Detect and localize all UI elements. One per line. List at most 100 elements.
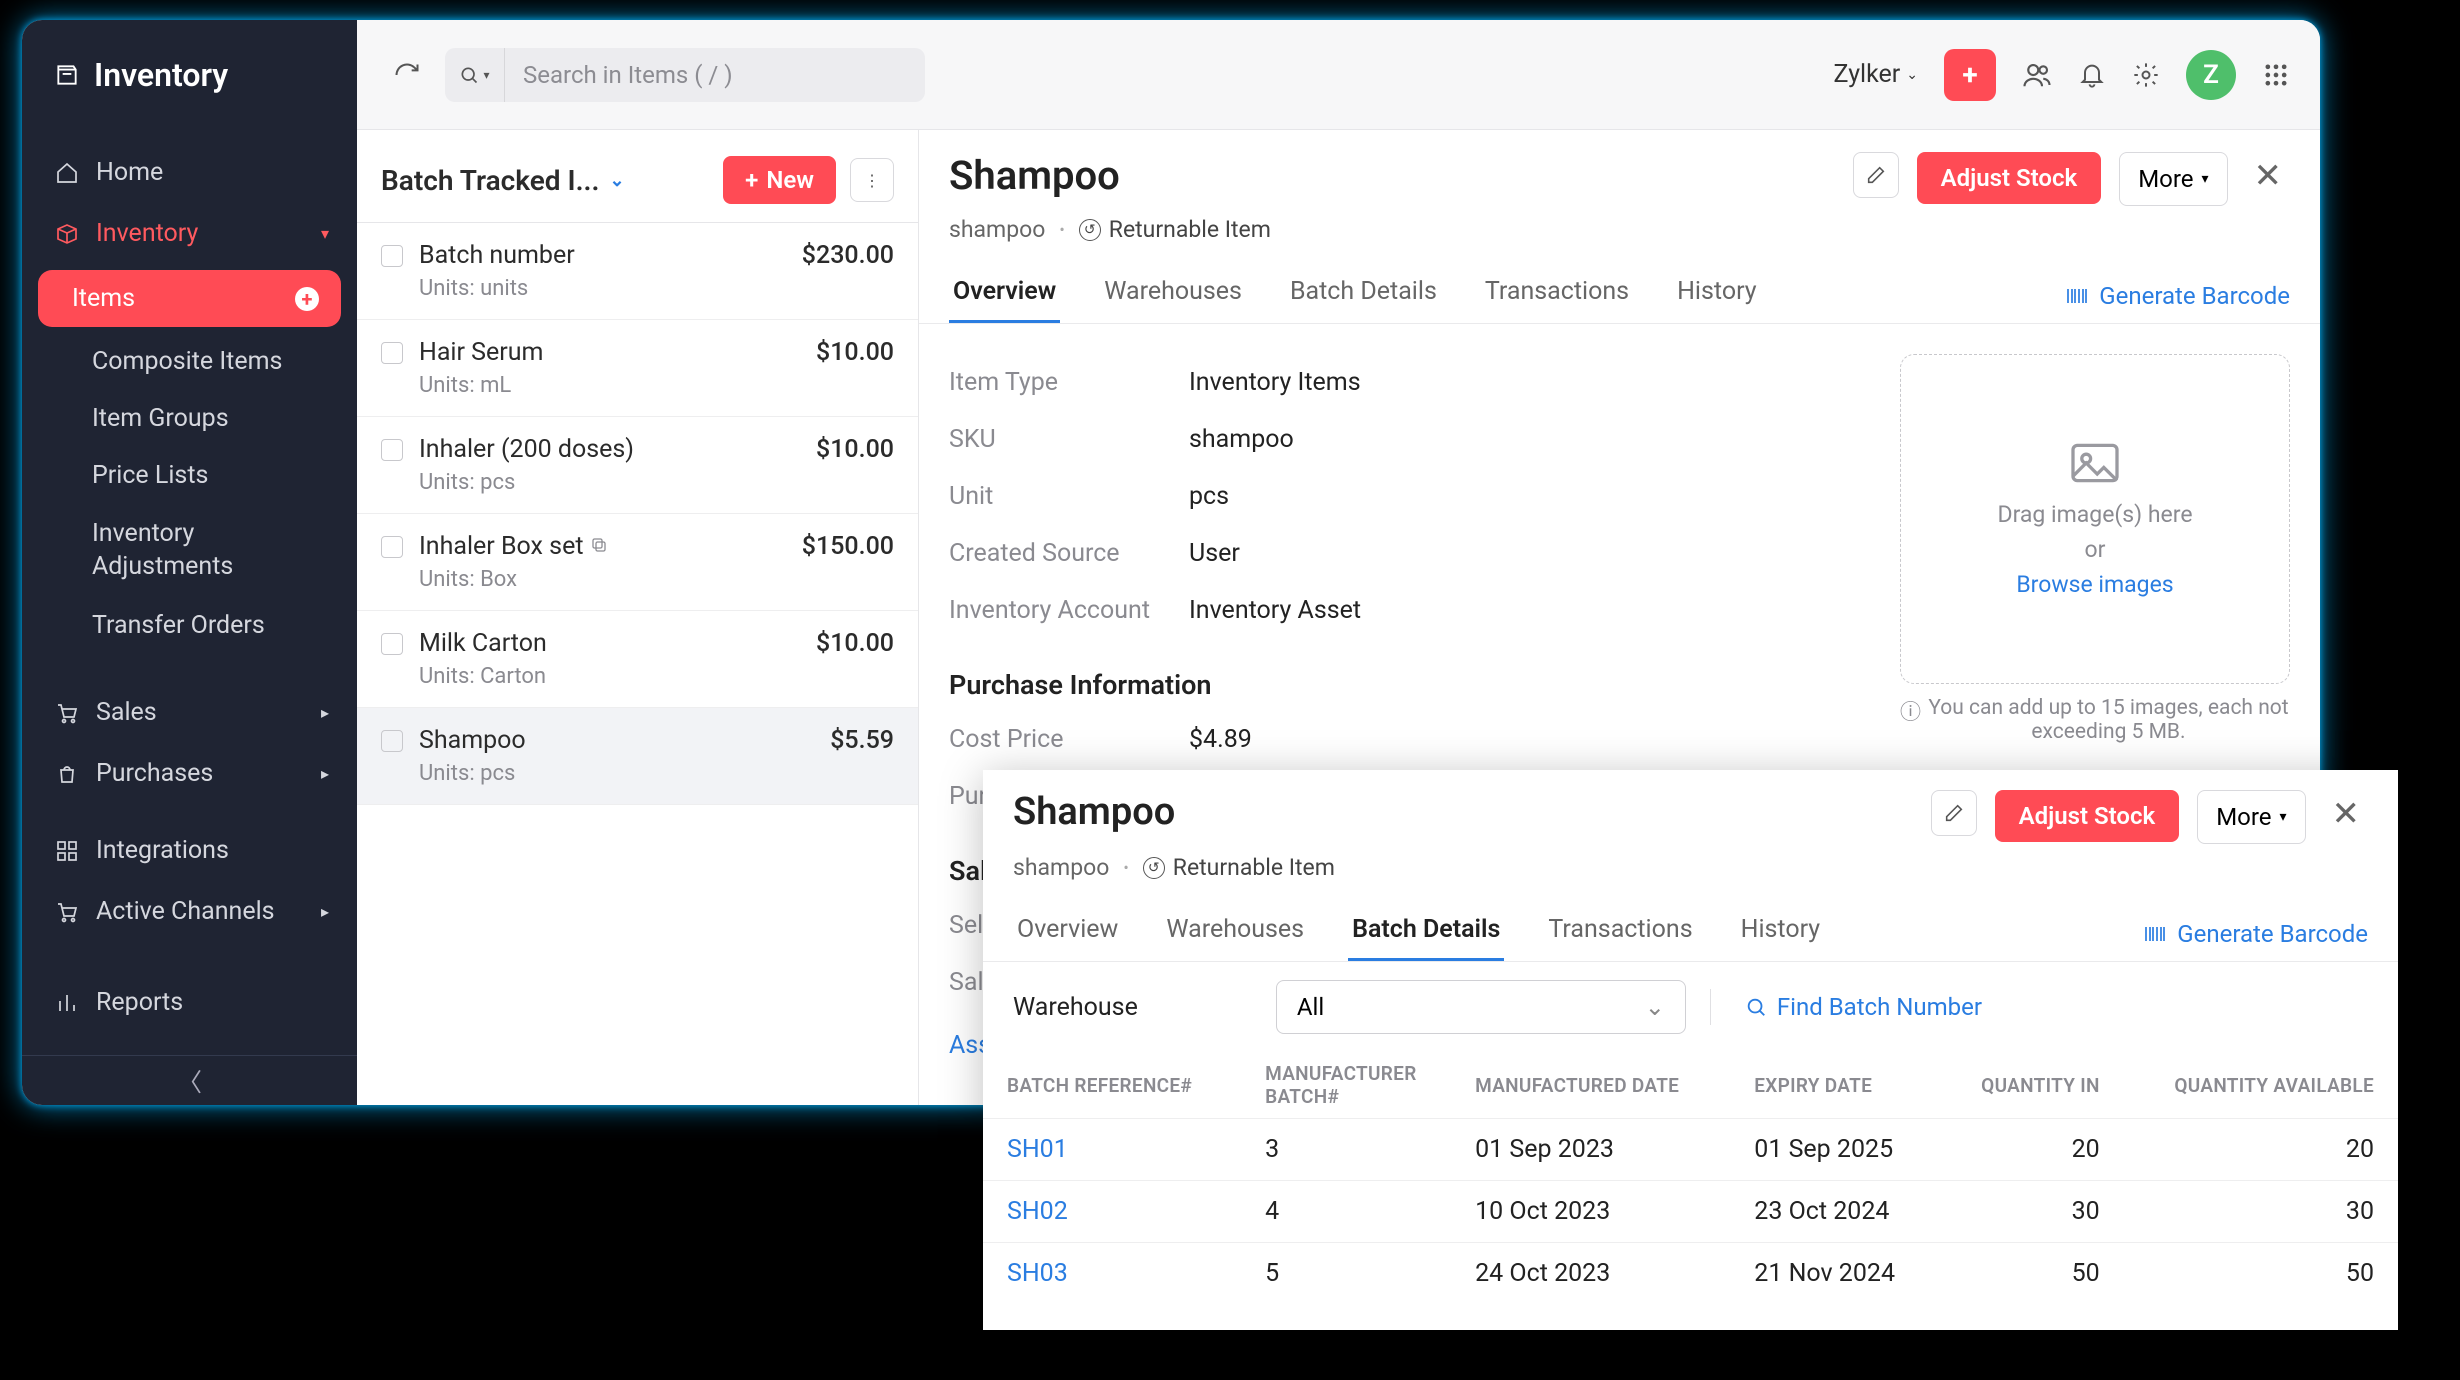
reports-icon [54, 991, 80, 1015]
batch-ref-link[interactable]: SH01 [983, 1119, 1241, 1181]
image-hint: ⓘ You can add up to 15 images, each not … [1900, 696, 2290, 744]
nav-sales-label: Sales [96, 698, 157, 727]
tab-batch-details[interactable]: Batch Details [1286, 269, 1441, 323]
nav-composite-items[interactable]: Composite Items [22, 333, 357, 390]
list-title-dropdown[interactable]: Batch Tracked I... ⌄ [381, 164, 709, 197]
drop-text: Drag image(s) here [1997, 501, 2192, 528]
tab-history[interactable]: History [1673, 269, 1761, 323]
nav-reports[interactable]: Reports [22, 972, 357, 1033]
float-tabs: Overview Warehouses Batch Details Transa… [1013, 907, 2368, 961]
item-row[interactable]: Shampoo Units: pcs $5.59 [357, 708, 918, 805]
settings-button[interactable] [2132, 61, 2160, 89]
adjust-stock-button[interactable]: Adjust Stock [1995, 790, 2180, 842]
item-checkbox[interactable] [381, 342, 403, 364]
search-input[interactable] [505, 61, 925, 89]
returnable-badge: ↺ Returnable Item [1079, 216, 1271, 243]
sidebar-collapse[interactable]: 〈 [22, 1055, 357, 1105]
batch-qty-avail: 50 [2124, 1243, 2398, 1305]
col-mfg-date: MANUFACTURED DATE [1451, 1052, 1730, 1119]
generate-barcode-link[interactable]: Generate Barcode [2143, 907, 2368, 961]
tab-overview[interactable]: Overview [949, 269, 1060, 323]
edit-button[interactable] [1931, 790, 1977, 836]
float-more-button[interactable]: More▾ [2197, 790, 2305, 844]
batch-ref-link[interactable]: SH03 [983, 1243, 1241, 1305]
nav-channels-label: Active Channels [96, 897, 275, 926]
item-row[interactable]: Inhaler Box set Units: Box $150.00 [357, 514, 918, 611]
batch-exp-date: 21 Nov 2024 [1730, 1243, 1939, 1305]
refresh-button[interactable] [387, 55, 427, 95]
search-icon [1745, 996, 1767, 1018]
nav-transfer-label: Transfer Orders [92, 611, 265, 640]
item-row[interactable]: Hair Serum Units: mL $10.00 [357, 320, 918, 417]
tab-batch-details[interactable]: Batch Details [1348, 907, 1504, 961]
item-row[interactable]: Inhaler (200 doses) Units: pcs $10.00 [357, 417, 918, 514]
close-float-button[interactable]: ✕ [2324, 790, 2369, 838]
nav-item-groups[interactable]: Item Groups [22, 390, 357, 447]
users-button[interactable] [2022, 60, 2052, 90]
batch-qty-avail: 20 [2124, 1119, 2398, 1181]
caret-down-icon: ▾ [2279, 809, 2286, 825]
gear-icon [2132, 61, 2160, 89]
item-price: $230.00 [802, 241, 894, 270]
nav-reports-label: Reports [96, 988, 183, 1017]
item-row[interactable]: Milk Carton Units: Carton $10.00 [357, 611, 918, 708]
close-detail-button[interactable]: ✕ [2246, 152, 2291, 200]
nav-price-lists[interactable]: Price Lists [22, 447, 357, 504]
chevron-right-icon: ▸ [321, 902, 329, 921]
new-item-button[interactable]: + New [723, 156, 836, 204]
image-icon [2068, 441, 2122, 485]
warehouse-select[interactable]: All ⌄ [1276, 980, 1686, 1034]
box-icon [54, 222, 80, 246]
tab-transactions[interactable]: Transactions [1481, 269, 1633, 323]
item-row[interactable]: Batch number Units: units $230.00 [357, 223, 918, 320]
nav-inventory-adjustments[interactable]: Inventory Adjustments [22, 504, 357, 597]
nav-active-channels[interactable]: Active Channels ▸ [22, 881, 357, 942]
tab-overview[interactable]: Overview [1013, 907, 1122, 961]
tab-warehouses[interactable]: Warehouses [1162, 907, 1308, 961]
nav-inventory[interactable]: Inventory ▾ [22, 203, 357, 264]
tab-warehouses[interactable]: Warehouses [1100, 269, 1246, 323]
list-more-button[interactable]: ⋮ [850, 158, 894, 202]
notifications-button[interactable] [2078, 61, 2106, 89]
quick-create-button[interactable]: + [1944, 49, 1996, 101]
separator-dot: • [1123, 858, 1128, 877]
nav-purchases[interactable]: Purchases ▸ [22, 743, 357, 804]
item-checkbox[interactable] [381, 439, 403, 461]
batch-ref-link[interactable]: SH02 [983, 1181, 1241, 1243]
topbar: ▾ Zylker ⌄ + Z [357, 20, 2320, 130]
search-scope-button[interactable]: ▾ [445, 48, 505, 102]
find-batch-link[interactable]: Find Batch Number [1745, 993, 1982, 1021]
pencil-icon [1943, 802, 1965, 824]
nav-integrations[interactable]: Integrations [22, 820, 357, 881]
tab-transactions[interactable]: Transactions [1544, 907, 1696, 961]
item-checkbox[interactable] [381, 633, 403, 655]
nav-home-label: Home [96, 158, 163, 187]
nav-integrations-label: Integrations [96, 836, 229, 865]
nav-sales[interactable]: Sales ▸ [22, 682, 357, 743]
org-switcher[interactable]: Zylker ⌄ [1834, 60, 1918, 89]
item-checkbox[interactable] [381, 536, 403, 558]
tab-history[interactable]: History [1737, 907, 1825, 961]
nav-home[interactable]: Home [22, 142, 357, 203]
nav-items[interactable]: Items + [38, 270, 341, 327]
browse-images-link[interactable]: Browse images [2016, 571, 2173, 598]
item-name: Shampoo [419, 726, 814, 755]
chevron-down-icon: ⌄ [1906, 67, 1918, 83]
item-checkbox[interactable] [381, 245, 403, 267]
add-item-icon[interactable]: + [295, 287, 319, 311]
label-item-type: Item Type [949, 368, 1189, 397]
nav-inventory-label: Inventory [96, 219, 198, 248]
detail-more-button[interactable]: More▾ [2119, 152, 2227, 206]
item-checkbox[interactable] [381, 730, 403, 752]
avatar[interactable]: Z [2186, 50, 2236, 100]
item-name: Batch number [419, 241, 786, 270]
item-units: Units: pcs [419, 470, 800, 495]
generate-barcode-link[interactable]: Generate Barcode [2065, 269, 2290, 323]
close-icon: ✕ [2332, 794, 2361, 834]
nav-transfer-orders[interactable]: Transfer Orders [22, 597, 357, 654]
image-dropzone[interactable]: Drag image(s) here or Browse images [1900, 354, 2290, 684]
detail-sku: shampoo [949, 216, 1045, 243]
apps-button[interactable] [2262, 61, 2290, 89]
edit-button[interactable] [1853, 152, 1899, 198]
adjust-stock-button[interactable]: Adjust Stock [1917, 152, 2102, 204]
